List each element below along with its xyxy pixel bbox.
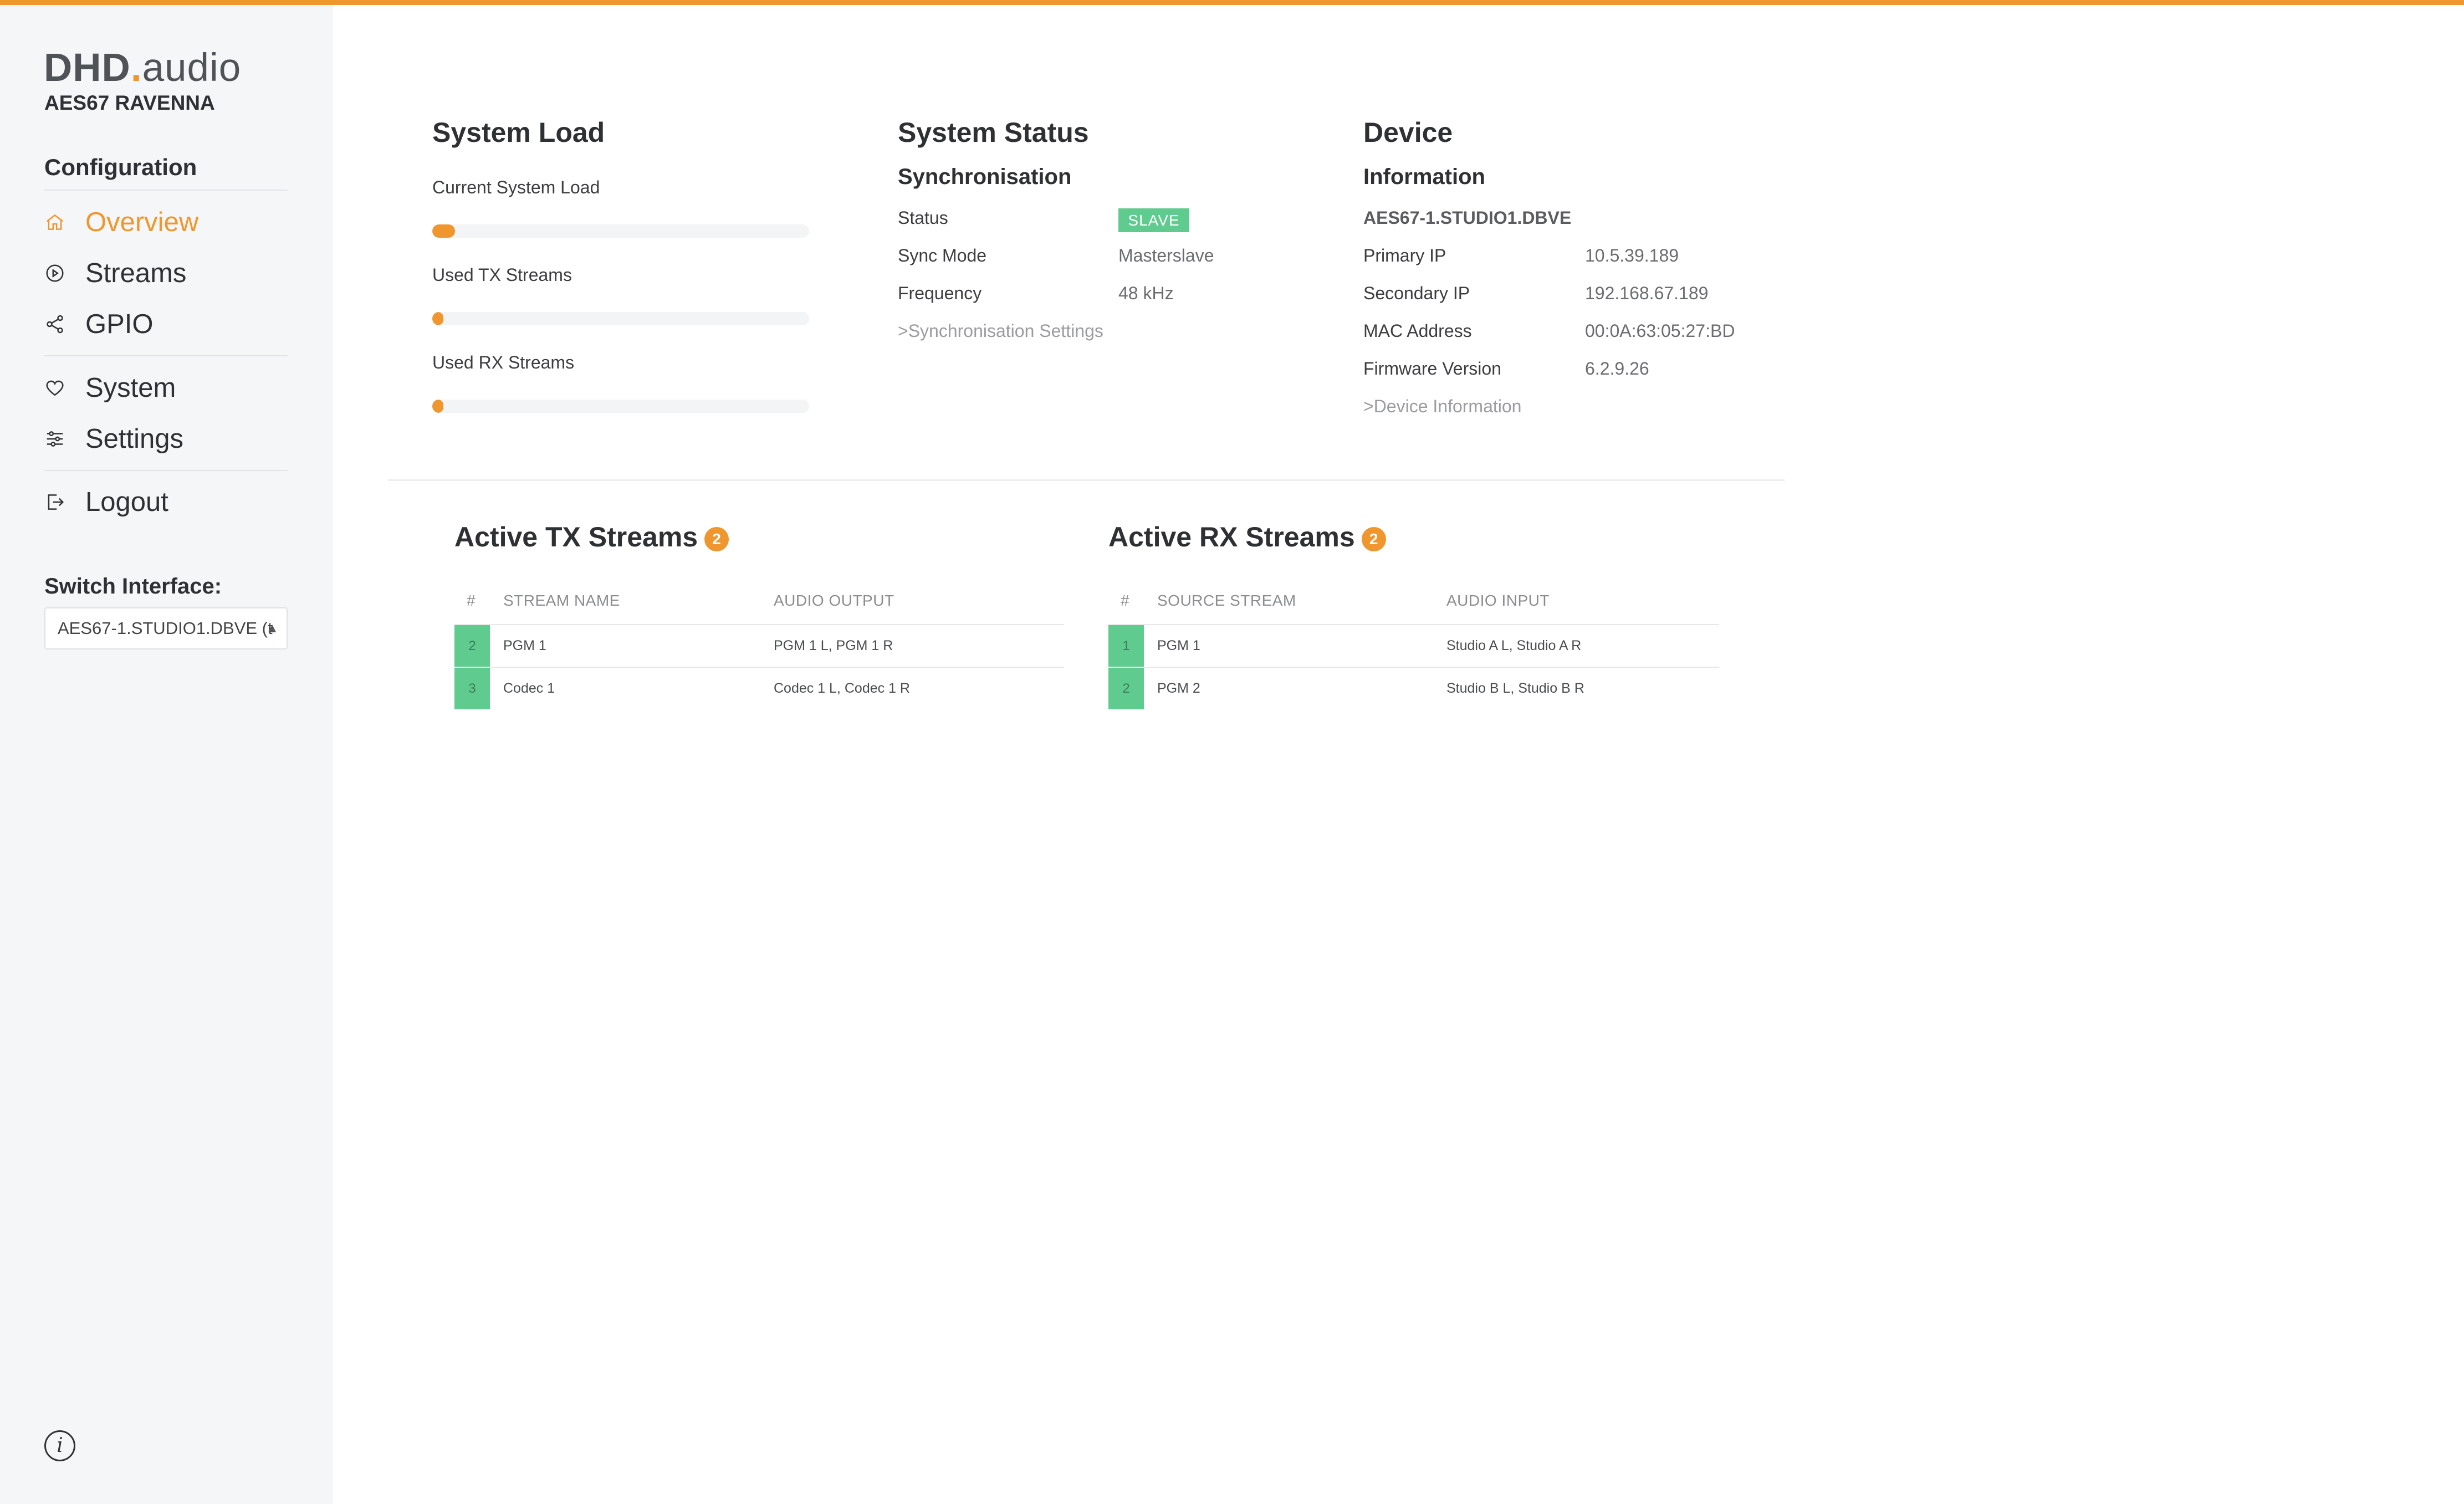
row-number: 3	[454, 668, 490, 709]
sidebar-item-settings[interactable]: Settings	[43, 422, 183, 456]
firmware-value: 6.2.9.26	[1585, 359, 1649, 378]
sidebar-item-label: System	[85, 373, 176, 403]
audio-output: Codec 1 L, Codec 1 R	[774, 681, 910, 696]
tx-streams-table: # STREAM NAME AUDIO OUTPUT 2 PGM 1 PGM 1…	[454, 587, 1064, 715]
load-label-tx: Used TX Streams	[432, 265, 572, 285]
tx-streams-title: Active TX Streams 2	[454, 521, 729, 553]
table-row[interactable]: 3 Codec 1 Codec 1 L, Codec 1 R	[454, 667, 1064, 709]
system-load-title: System Load	[432, 117, 605, 148]
sidebar-item-gpio[interactable]: GPIO	[43, 307, 154, 341]
logout-icon	[43, 490, 67, 514]
nav-divider	[44, 470, 288, 471]
product-name: AES67 RAVENNA	[44, 91, 215, 114]
heart-icon	[43, 376, 67, 400]
row-number: 1	[1108, 625, 1144, 667]
table-row[interactable]: 1 PGM 1 Studio A L, Studio A R	[1108, 624, 1719, 667]
sync-mode-value: Masterslave	[1118, 245, 1214, 265]
sidebar-item-streams[interactable]: Streams	[43, 256, 186, 290]
logo-dot: .	[130, 46, 142, 90]
sidebar-item-logout[interactable]: Logout	[43, 485, 168, 519]
share-icon	[43, 313, 67, 336]
logo-brand: DHD	[44, 46, 131, 90]
primary-ip-value: 10.5.39.189	[1585, 245, 1679, 265]
rx-streams-title: Active RX Streams 2	[1108, 521, 1386, 553]
primary-ip-label: Primary IP	[1363, 245, 1446, 265]
top-accent-bar	[0, 0, 2464, 5]
device-subtitle: Information	[1363, 165, 1485, 189]
load-label-rx: Used RX Streams	[432, 352, 575, 372]
sync-mode-label: Sync Mode	[898, 245, 987, 265]
play-circle-icon	[43, 262, 67, 285]
row-number: 2	[454, 625, 490, 667]
device-title: Device	[1363, 117, 1453, 148]
nav-divider	[44, 355, 288, 356]
frequency-value: 48 kHz	[1118, 283, 1174, 303]
stream-name: Codec 1	[503, 681, 555, 696]
tx-count-badge: 2	[704, 526, 729, 551]
secondary-ip-label: Secondary IP	[1363, 283, 1470, 303]
sidebar-item-label: GPIO	[85, 309, 154, 339]
progress-fill	[432, 224, 455, 238]
tx-col-num: #	[467, 592, 476, 609]
load-label-current: Current System Load	[432, 177, 600, 197]
row-number: 2	[1108, 668, 1144, 709]
nav-divider	[44, 190, 288, 191]
info-icon[interactable]: i	[44, 1430, 75, 1461]
rx-streams-title-text: Active RX Streams	[1108, 521, 1355, 553]
source-stream: PGM 2	[1157, 681, 1200, 696]
switch-interface-label: Switch Interface:	[44, 574, 222, 598]
load-progress-rx	[432, 400, 809, 413]
rx-col-source: SOURCE STREAM	[1157, 592, 1296, 609]
sidebar-item-label: Streams	[85, 258, 187, 288]
sync-subtitle: Synchronisation	[898, 165, 1072, 189]
switch-interface-value: AES67-1.STUDIO1.DBVE (t	[58, 618, 273, 638]
device-name: AES67-1.STUDIO1.DBVE	[1363, 208, 1572, 228]
device-info-link[interactable]: >Device Information	[1363, 396, 1521, 417]
sidebar-item-label: Settings	[85, 424, 184, 454]
status-badge: SLAVE	[1118, 208, 1189, 232]
secondary-ip-value: 192.168.67.189	[1585, 283, 1709, 303]
audio-input: Studio A L, Studio A R	[1446, 638, 1582, 653]
status-label: Status	[898, 208, 948, 228]
table-row[interactable]: 2 PGM 2 Studio B L, Studio B R	[1108, 667, 1719, 709]
stream-name: PGM 1	[503, 638, 546, 653]
source-stream: PGM 1	[1157, 638, 1200, 653]
mac-address-value: 00:0A:63:05:27:BD	[1585, 321, 1735, 341]
firmware-label: Firmware Version	[1363, 359, 1501, 378]
section-divider	[388, 479, 1785, 481]
tx-streams-title-text: Active TX Streams	[454, 521, 698, 553]
rx-col-num: #	[1121, 592, 1130, 609]
sidebar-item-label: Logout	[85, 487, 168, 517]
table-row[interactable]: 2 PGM 1 PGM 1 L, PGM 1 R	[454, 624, 1064, 667]
tx-col-name: STREAM NAME	[503, 592, 620, 609]
tx-col-output: AUDIO OUTPUT	[774, 592, 894, 609]
select-caret-icon: ▲	[265, 621, 279, 636]
sidebar: DHD.audio AES67 RAVENNA Configuration Ov…	[0, 5, 333, 1504]
sync-settings-link[interactable]: >Synchronisation Settings	[898, 321, 1103, 341]
brand-logo[interactable]: DHD.audio	[44, 45, 241, 90]
sidebar-item-overview[interactable]: Overview	[43, 205, 198, 239]
frequency-label: Frequency	[898, 283, 982, 303]
sidebar-item-label: Overview	[85, 207, 199, 237]
load-progress-tx	[432, 312, 809, 325]
logo-suffix: audio	[142, 46, 242, 90]
home-icon	[43, 211, 67, 234]
audio-input: Studio B L, Studio B R	[1446, 681, 1584, 696]
load-progress-current	[432, 224, 809, 238]
rx-col-input: AUDIO INPUT	[1446, 592, 1550, 609]
sliders-icon	[43, 427, 67, 451]
system-status-title: System Status	[898, 117, 1089, 148]
switch-interface-select[interactable]: AES67-1.STUDIO1.DBVE (t ▲	[44, 607, 288, 649]
audio-output: PGM 1 L, PGM 1 R	[774, 638, 893, 653]
sidebar-item-system[interactable]: System	[43, 371, 176, 405]
rx-streams-table: # SOURCE STREAM AUDIO INPUT 1 PGM 1 Stud…	[1108, 587, 1719, 715]
progress-fill	[432, 400, 444, 413]
progress-fill	[432, 312, 444, 325]
rx-count-badge: 2	[1361, 526, 1386, 551]
mac-address-label: MAC Address	[1363, 321, 1472, 341]
nav-heading: Configuration	[44, 154, 197, 180]
